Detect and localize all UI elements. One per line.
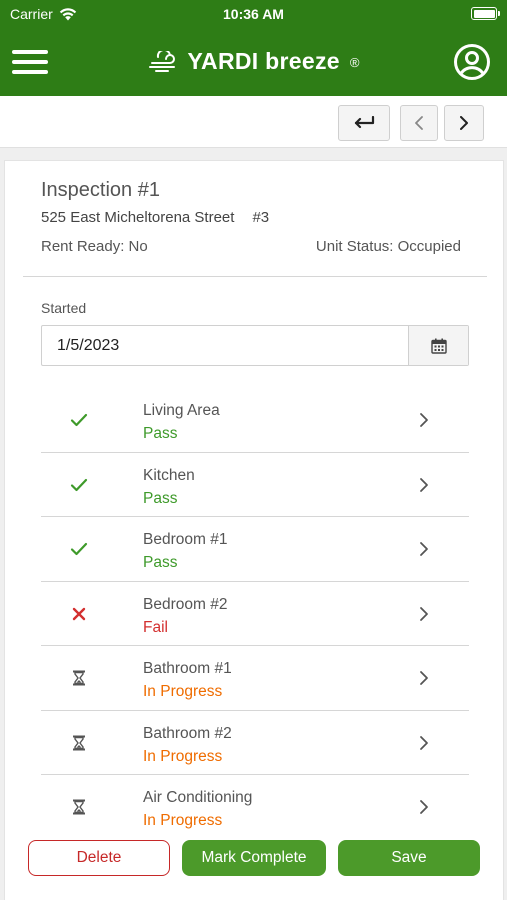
return-button[interactable] <box>338 105 390 141</box>
hourglass-icon <box>69 668 89 688</box>
next-button[interactable] <box>444 105 484 141</box>
room-list: Living Area Pass Kitchen Pass Bedroom #1 Pass… <box>41 388 469 840</box>
room-status: In Progress <box>143 812 223 829</box>
hourglass-icon <box>69 797 89 817</box>
clock: 10:36 AM <box>223 6 284 22</box>
wind-logo-icon <box>148 50 175 72</box>
chevron-left-icon <box>415 116 423 130</box>
navigation-toolbar <box>0 96 507 148</box>
room-status: Fail <box>143 618 168 636</box>
check-icon <box>69 475 89 495</box>
status-bar: Carrier 10:36 AM <box>0 0 507 28</box>
room-row[interactable]: Living Area Pass <box>41 388 469 453</box>
room-name: Bathroom #1 <box>143 660 232 677</box>
room-name: Living Area <box>143 402 220 419</box>
room-name: Bedroom #2 <box>143 595 228 613</box>
room-row[interactable]: Bedroom #2 Fail <box>41 582 469 646</box>
chevron-right-icon <box>420 671 428 685</box>
room-name: Air Conditioning <box>143 789 253 806</box>
calendar-icon <box>430 338 447 354</box>
divider <box>23 276 487 277</box>
chevron-right-icon <box>460 116 468 130</box>
room-status: In Progress <box>143 683 223 700</box>
street-address: 525 East Micheltorena Street <box>41 209 235 226</box>
chevron-right-icon <box>420 735 428 750</box>
previous-button[interactable] <box>400 105 438 141</box>
room-status: In Progress <box>143 747 223 765</box>
room-row[interactable]: Kitchen Pass <box>41 453 469 517</box>
check-icon <box>69 539 89 559</box>
unit-status: Unit Status: Occupied <box>315 238 461 255</box>
action-bar: Delete Mark Complete Save <box>0 830 507 900</box>
started-date-field[interactable]: 1/5/2023 <box>41 325 469 366</box>
property-address: 525 East Micheltorena Street #3 <box>41 209 269 226</box>
room-name: Bathroom #2 <box>143 724 232 742</box>
room-name: Bedroom #1 <box>143 531 228 548</box>
inspection-card: Inspection #1 525 East Micheltorena Stre… <box>4 160 504 900</box>
return-arrow-icon <box>354 116 375 129</box>
delete-button[interactable]: Delete <box>28 840 170 876</box>
started-date-value[interactable]: 1/5/2023 <box>57 337 119 355</box>
mark-complete-button[interactable]: Mark Complete <box>182 840 326 876</box>
room-row[interactable]: Bathroom #1 In Progress <box>41 646 469 711</box>
unit-number: #3 <box>252 209 270 226</box>
save-button[interactable]: Save <box>338 840 480 876</box>
brand-name: YARDI breeze <box>187 48 340 74</box>
calendar-button[interactable] <box>408 326 468 365</box>
room-name: Kitchen <box>143 466 195 484</box>
brand-logo: YARDI breeze ® <box>0 48 507 75</box>
chevron-right-icon <box>420 606 428 621</box>
hourglass-icon <box>69 733 89 753</box>
registered-mark: ® <box>349 55 360 70</box>
room-row[interactable]: Bathroom #2 In Progress <box>41 711 469 775</box>
room-status: Pass <box>143 554 178 571</box>
started-label: Started <box>41 300 87 316</box>
app-header: YARDI breeze ® <box>0 28 507 96</box>
chevron-right-icon <box>420 542 428 556</box>
room-row[interactable]: Bedroom #1 Pass <box>41 517 469 582</box>
chevron-right-icon <box>420 800 428 814</box>
battery-icon <box>471 7 500 20</box>
x-icon <box>69 604 89 624</box>
user-profile-icon[interactable] <box>453 43 491 81</box>
room-status: Pass <box>143 425 178 442</box>
page-title: Inspection #1 <box>41 179 160 201</box>
room-status: Pass <box>143 489 178 507</box>
chevron-right-icon <box>420 413 428 427</box>
rent-ready-status: Rent Ready: No <box>41 238 148 255</box>
check-icon <box>69 410 89 430</box>
chevron-right-icon <box>420 477 428 492</box>
